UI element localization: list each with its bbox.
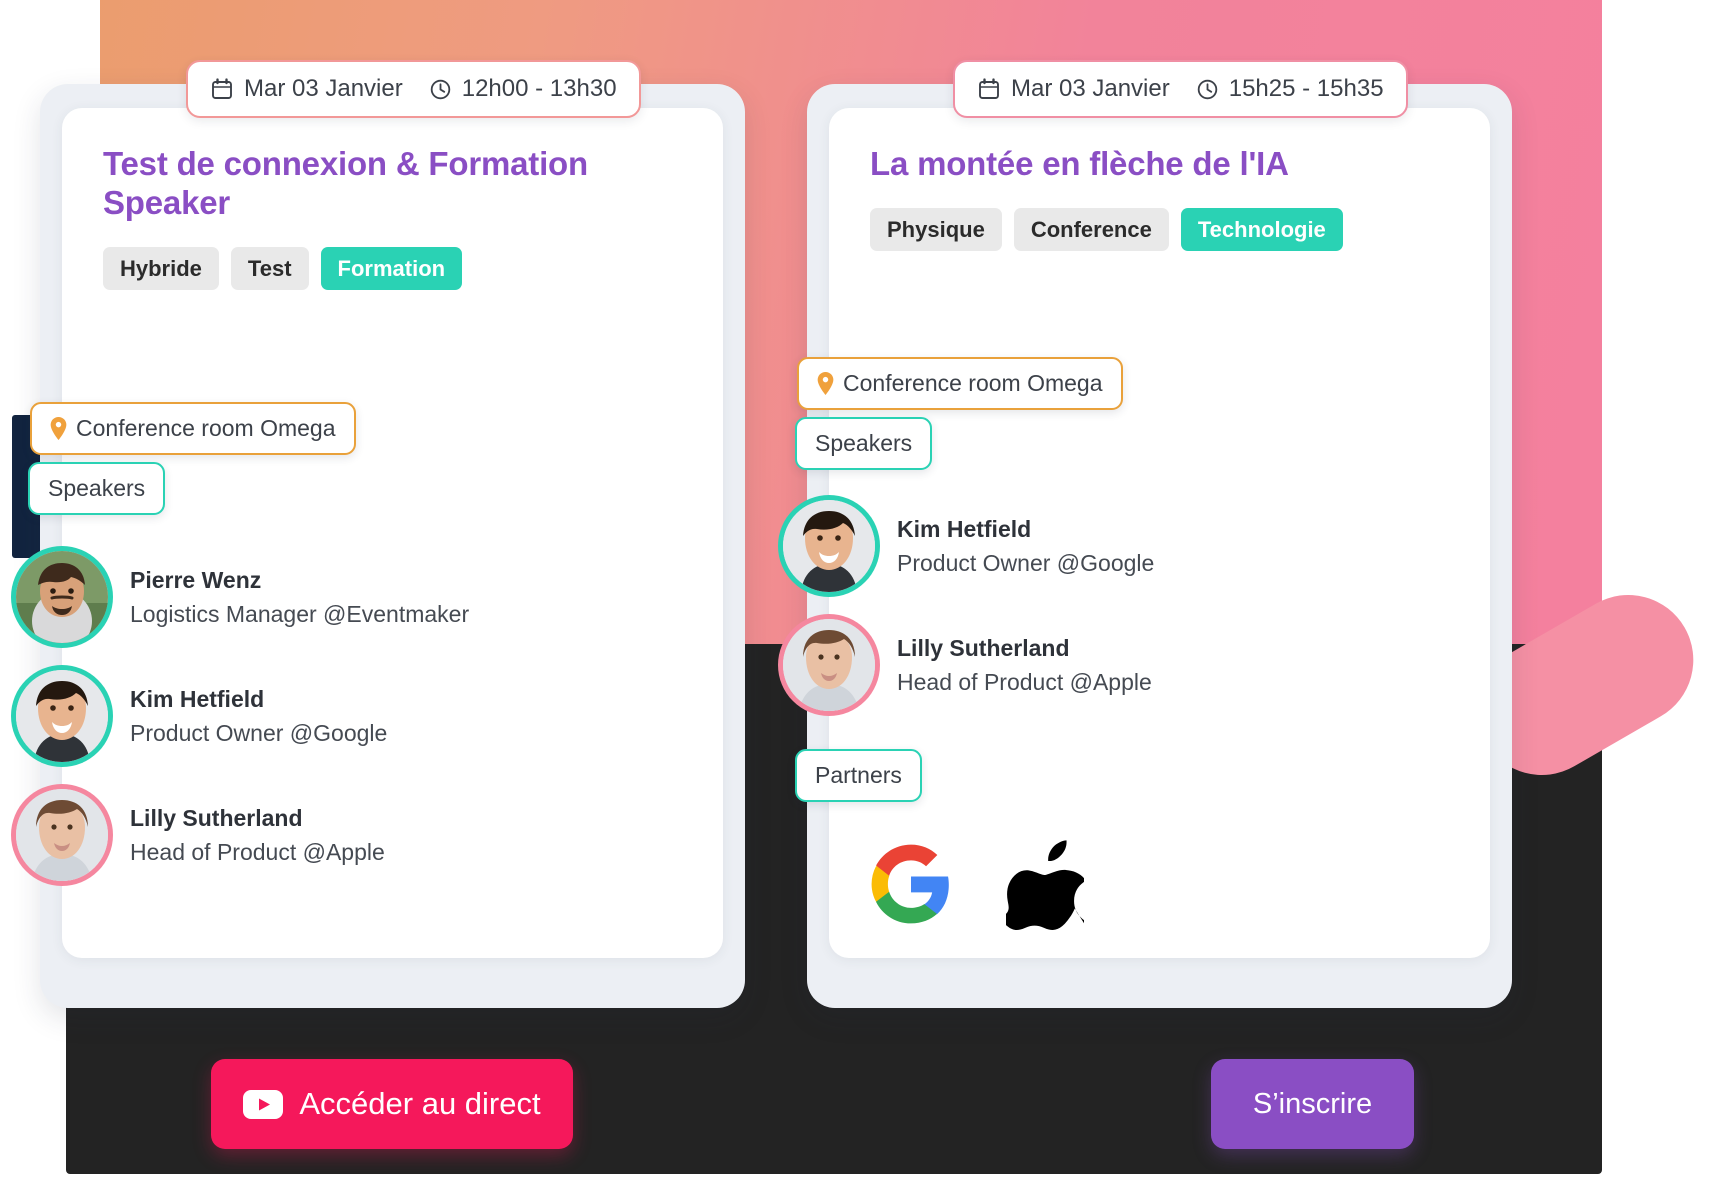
session-date-left: Mar 03 Janvier bbox=[244, 75, 403, 102]
avatar-kim bbox=[783, 500, 875, 592]
speaker-name: Kim Hetfield bbox=[130, 685, 265, 712]
speaker-list-left: Pierre Wenz Logistics Manager @Eventmake… bbox=[16, 551, 469, 908]
session-datetime-badge-left: Mar 03 Janvier 12h00 - 13h30 bbox=[186, 60, 641, 118]
session-datetime-badge-right: Mar 03 Janvier 15h25 - 15h35 bbox=[953, 60, 1408, 118]
session-title-left: Test de connexion & Formation Speaker bbox=[103, 145, 588, 221]
speakers-label-text-right: Speakers bbox=[815, 430, 913, 456]
session-content-right: La montée en flèche de l'IA Physique Con… bbox=[870, 145, 1470, 252]
calendar-icon bbox=[210, 77, 234, 101]
speaker-name: Pierre Wenz bbox=[130, 566, 262, 593]
session-title-right: La montée en flèche de l'IA bbox=[870, 145, 1289, 182]
speaker-list-right: Kim Hetfield Product Owner @Google Lilly… bbox=[783, 500, 1154, 738]
speakers-label-text-left: Speakers bbox=[48, 475, 146, 501]
tag-conference[interactable]: Conference bbox=[1013, 207, 1169, 252]
speakers-label-badge-right: Speakers bbox=[795, 417, 933, 470]
tag-hybride[interactable]: Hybride bbox=[103, 246, 219, 291]
session-date-right: Mar 03 Janvier bbox=[1011, 75, 1170, 102]
access-live-label: Accéder au direct bbox=[299, 1086, 541, 1121]
speaker-info: Lilly Sutherland Head of Product @Apple bbox=[130, 805, 385, 866]
speaker-info: Pierre Wenz Logistics Manager @Eventmake… bbox=[130, 567, 469, 628]
avatar-kim bbox=[16, 670, 108, 762]
session-time-left: 12h00 - 13h30 bbox=[461, 75, 617, 102]
tag-test[interactable]: Test bbox=[230, 246, 309, 291]
speaker-row[interactable]: Lilly Sutherland Head of Product @Apple bbox=[783, 619, 1154, 711]
clock-icon bbox=[1196, 78, 1219, 101]
screenshot-root: Mar 03 Janvier 12h00 - 13h30 Test de con… bbox=[0, 0, 1711, 1201]
youtube-icon bbox=[243, 1089, 284, 1119]
session-content-left: Test de connexion & Formation Speaker Hy… bbox=[103, 145, 703, 291]
session-location-badge-left: Conference room Omega bbox=[30, 402, 356, 455]
speaker-name: Lilly Sutherland bbox=[897, 634, 1070, 661]
speaker-role: Logistics Manager @Eventmaker bbox=[130, 600, 470, 627]
speaker-role: Product Owner @Google bbox=[897, 549, 1155, 576]
speaker-name: Lilly Sutherland bbox=[130, 804, 303, 831]
speakers-label-badge-left: Speakers bbox=[28, 462, 166, 515]
speaker-role: Head of Product @Apple bbox=[130, 838, 385, 865]
speaker-role: Product Owner @Google bbox=[130, 719, 388, 746]
avatar-lilly bbox=[16, 789, 108, 881]
speaker-row[interactable]: Lilly Sutherland Head of Product @Apple bbox=[16, 789, 469, 881]
speaker-info: Kim Hetfield Product Owner @Google bbox=[130, 686, 387, 747]
calendar-icon bbox=[977, 77, 1001, 101]
clock-icon bbox=[429, 78, 452, 101]
partners-label-badge: Partners bbox=[795, 749, 922, 802]
session-tags-left: Hybride Test Formation bbox=[103, 246, 703, 291]
partners-label-text: Partners bbox=[815, 762, 902, 788]
apple-logo bbox=[999, 838, 1089, 935]
session-tags-right: Physique Conference Technologie bbox=[870, 207, 1470, 252]
avatar-lilly bbox=[783, 619, 875, 711]
tag-technologie[interactable]: Technologie bbox=[1180, 207, 1343, 252]
speaker-row[interactable]: Kim Hetfield Product Owner @Google bbox=[783, 500, 1154, 592]
speaker-name: Kim Hetfield bbox=[897, 515, 1032, 542]
avatar-pierre bbox=[16, 551, 108, 643]
map-pin-icon bbox=[50, 417, 67, 440]
speaker-info: Lilly Sutherland Head of Product @Apple bbox=[897, 635, 1152, 696]
speaker-row[interactable]: Pierre Wenz Logistics Manager @Eventmake… bbox=[16, 551, 469, 643]
session-location-badge-right: Conference room Omega bbox=[797, 357, 1123, 410]
session-location-text-left: Conference room Omega bbox=[76, 415, 336, 441]
register-label: S’inscrire bbox=[1252, 1087, 1373, 1120]
speaker-role: Head of Product @Apple bbox=[897, 668, 1152, 695]
map-pin-icon bbox=[817, 372, 834, 395]
access-live-button[interactable]: Accéder au direct bbox=[211, 1059, 573, 1149]
session-time-right: 15h25 - 15h35 bbox=[1228, 75, 1384, 102]
session-location-text-right: Conference room Omega bbox=[843, 370, 1103, 396]
register-button[interactable]: S’inscrire bbox=[1211, 1059, 1414, 1149]
partner-logo-list bbox=[868, 838, 1089, 935]
speaker-info: Kim Hetfield Product Owner @Google bbox=[897, 516, 1154, 577]
tag-physique[interactable]: Physique bbox=[870, 207, 1002, 252]
google-logo bbox=[868, 841, 954, 932]
speaker-row[interactable]: Kim Hetfield Product Owner @Google bbox=[16, 670, 469, 762]
tag-formation[interactable]: Formation bbox=[320, 246, 463, 291]
